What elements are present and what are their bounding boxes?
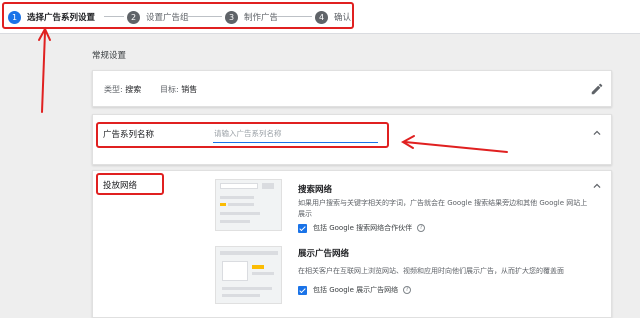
type-label: 类型: (104, 85, 123, 94)
chevron-up-icon[interactable] (590, 179, 604, 193)
ad-badge-graphic (220, 203, 226, 206)
annotation-box-stepper (2, 2, 354, 29)
pencil-icon[interactable] (590, 82, 604, 96)
help-icon[interactable]: ? (417, 224, 426, 232)
campaign-type: 类型: 搜索 (104, 84, 141, 95)
content-line (222, 294, 260, 297)
search-network-description: 如果用户搜索与关键字相关的字词，广告就会在 Google 搜索结果旁边和其他 G… (298, 199, 588, 218)
result-line (220, 196, 254, 199)
annotation-box-networks (96, 173, 164, 195)
search-button-graphic (262, 183, 274, 189)
display-network-description: 在相关客户在互联网上浏览网站、视频和应用时向他们展示广告，从而扩大您的覆盖面 (298, 267, 564, 275)
general-settings-card[interactable]: 类型: 搜索 目标: 销售 (92, 70, 612, 107)
search-partners-label[interactable]: 包括 Google 搜索网络合作伙伴 (313, 223, 412, 233)
result-line (228, 203, 254, 206)
goal-value: 销售 (181, 85, 198, 94)
annotation-arrow-up (41, 31, 46, 113)
help-icon[interactable]: ? (403, 286, 412, 294)
search-partners-checkbox[interactable] (298, 223, 307, 233)
page-header-graphic (220, 251, 278, 255)
display-network-illustration (215, 246, 282, 304)
annotation-box-campaign-name (96, 122, 389, 148)
campaign-goal: 目标: 销售 (160, 84, 197, 95)
search-network-title: 搜索网络 (298, 185, 333, 195)
display-network-option[interactable]: 包括 Google 展示广告网络 ? (298, 285, 412, 295)
result-line (220, 212, 260, 215)
content-line (252, 272, 274, 275)
display-network-title: 展示广告网络 (298, 249, 350, 259)
section-title-general: 常规设置 (92, 51, 127, 61)
display-network-label[interactable]: 包括 Google 展示广告网络 (313, 285, 398, 295)
search-network-illustration (215, 179, 282, 231)
goal-label: 目标: (160, 85, 179, 94)
result-line (220, 220, 250, 223)
search-box-graphic (220, 183, 258, 189)
display-ad-graphic (252, 265, 264, 269)
type-value: 搜索 (125, 85, 142, 94)
content-line (222, 287, 272, 290)
content-block-graphic (222, 261, 248, 281)
search-partners-option[interactable]: 包括 Google 搜索网络合作伙伴 ? (298, 223, 426, 233)
display-network-checkbox[interactable] (298, 285, 307, 295)
networks-card: 投放网络 搜索网络 如果用户搜索与关键字相关的字词，广告就会在 Google 搜… (92, 170, 612, 318)
chevron-up-icon[interactable] (590, 126, 604, 140)
